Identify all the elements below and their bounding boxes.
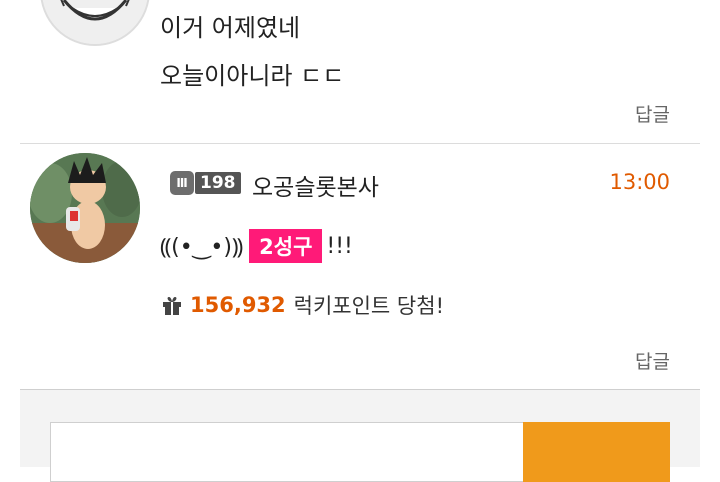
level-badge: Ⅲ 198	[170, 170, 241, 196]
comment-suffix: !!!	[326, 233, 353, 259]
avatar[interactable]	[30, 153, 140, 263]
previous-comment: 이거 어제였네 오늘이아니라 ㄷㄷ 답글	[0, 0, 720, 144]
lucky-points-label: 럭키포인트 당첨!	[293, 294, 444, 318]
reply-button-previous[interactable]: 답글	[635, 100, 670, 127]
previous-comment-line1: 이거 어제였네	[160, 14, 301, 42]
comment-message: ⸨(•‿•)⸩ 2성구 !!!	[160, 228, 353, 264]
level-shield-icon: Ⅲ	[170, 171, 194, 195]
previous-avatar[interactable]	[40, 0, 150, 46]
highlight-badge: 2성구	[249, 229, 323, 263]
previous-comment-line2: 오늘이아니라 ㄷㄷ	[160, 62, 345, 90]
username[interactable]: 오공슬롯본사	[252, 168, 379, 202]
comment-emoticon: ⸨(•‿•)⸩	[160, 235, 244, 260]
comment-input-area	[20, 390, 700, 482]
lucky-points-value: 156,932	[190, 293, 286, 317]
comment-input[interactable]	[50, 422, 525, 482]
lucky-point-line: 156,932 럭키포인트 당첨!	[160, 290, 444, 320]
comment-time: 13:00	[609, 170, 670, 194]
reply-button[interactable]: 답글	[635, 347, 670, 374]
submit-button[interactable]	[523, 422, 670, 482]
level-number: 198	[195, 172, 241, 194]
comment-divider	[20, 143, 700, 144]
gift-icon	[163, 297, 181, 315]
